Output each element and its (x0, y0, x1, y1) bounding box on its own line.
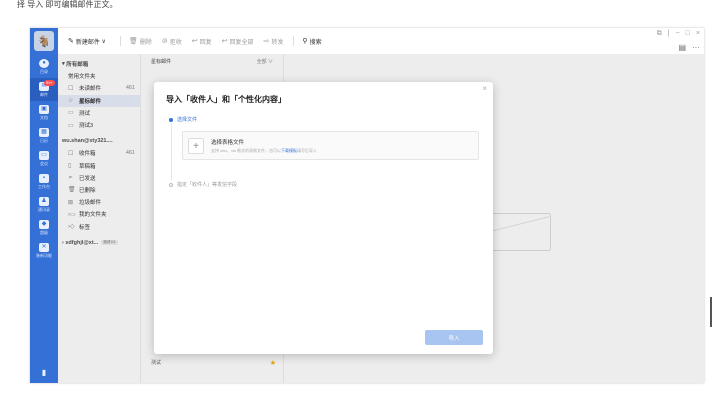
unread-badge: 99+ (44, 80, 55, 86)
rail-item-label: 邮件 (40, 91, 48, 97)
step-dot-icon (169, 117, 173, 122)
reply-button[interactable]: ↩ 回复 (192, 37, 212, 46)
import-dialog: × 导入「收件人」和「个性化内容」 选择文件 + 选择表格文件 支持 xlsx、… (154, 82, 493, 354)
more-icon[interactable]: ··· (692, 43, 700, 52)
close-icon[interactable]: × (482, 84, 487, 93)
view-controls: ▤ ··· (678, 43, 700, 52)
rail-item-label: 文档 (40, 114, 48, 120)
rail-bottom-icon[interactable]: ▮ (30, 368, 58, 377)
compose-icon: ✎ (68, 38, 74, 45)
rail-item-super[interactable]: ◆ 超级 (30, 216, 58, 239)
forward-button[interactable]: ⇨ 转发 (264, 37, 284, 46)
step-label: 指定「收件人」等发信字段 (177, 182, 238, 188)
more-apps-icon: ✕ (39, 242, 49, 252)
toolbar: ✎ 新建邮件 ∨ 🗑 删除 ⊘ 拒收 ↩ 回复 ↩ 回复全部 ⇨ 转发 ⚲ 搜索 (58, 28, 704, 54)
step-map-fields: 指定「收件人」等发信字段 (169, 181, 237, 188)
divider: | (667, 30, 670, 37)
calendar-icon: ▦ (39, 127, 49, 137)
file-upload-area[interactable]: + 选择表格文件 支持 xlsx、xls 格式的表格文件，也可以下载模板填写后导… (182, 131, 479, 160)
reply-all-button[interactable]: ↩ 回复全部 (222, 37, 254, 46)
contacts-icon: ♟ (39, 196, 49, 206)
search-button[interactable]: ⚲ 搜索 (302, 37, 321, 46)
step-select-file: 选择文件 (169, 116, 197, 123)
window-controls: ⧉ | − □ × (657, 30, 700, 38)
delete-label: 删除 (139, 39, 152, 46)
step-connector (170, 123, 172, 180)
file-upload-hint: 支持 xlsx、xls 格式的表格文件，也可以下载模板填写后导入 (211, 148, 317, 154)
new-mail-label: 新建邮件 (75, 39, 100, 46)
download-template-link[interactable]: 下载模板 (281, 148, 297, 153)
step-dot-icon (169, 182, 173, 187)
rail-item-calendar[interactable]: ▦ 日历 (30, 124, 58, 147)
reject-label: 拒收 (169, 39, 182, 46)
forward-icon: ⇨ (263, 38, 270, 45)
hint-text: 填写后导入 (297, 148, 317, 153)
rail-item-mail[interactable]: ✉ 邮件 99+ (30, 78, 58, 101)
doc-icon: ▣ (39, 104, 49, 114)
trash-icon: 🗑 (128, 38, 138, 45)
rail-item-label: 会议 (40, 160, 48, 166)
reject-button[interactable]: ⊘ 拒收 (162, 37, 182, 46)
rail-item-more-apps[interactable]: ✕ 装新功能 (30, 239, 58, 262)
rail-item-contacts[interactable]: ♟ 通讯录 (30, 193, 58, 216)
rail-item-label: 超级 (40, 229, 48, 235)
divider (293, 36, 295, 46)
plus-icon[interactable]: + (188, 138, 204, 154)
rail-item-doc[interactable]: ▣ 文档 (30, 101, 58, 124)
search-icon: ⚲ (302, 38, 308, 45)
file-upload-title: 选择表格文件 (211, 140, 245, 146)
rail-item-meeting[interactable]: ▭ 会议 (30, 147, 58, 170)
rail-item-label: 通讯录 (38, 206, 50, 212)
search-label: 搜索 (309, 39, 322, 46)
chat-icon: ● (39, 58, 49, 68)
reply-all-label: 回复全部 (229, 39, 254, 46)
forward-label: 转发 (271, 39, 284, 46)
rail-item-label: 目录 (40, 68, 48, 74)
new-mail-button[interactable]: ✎ 新建邮件 ∨ (68, 37, 106, 46)
avatar[interactable]: 🐐 (34, 31, 54, 51)
minimize-icon[interactable]: − (676, 30, 680, 38)
super-icon: ◆ (39, 219, 49, 229)
workbench-icon: ▪ (39, 173, 49, 183)
block-icon: ⊘ (161, 38, 168, 45)
rail-item-label: 日历 (40, 137, 48, 143)
reply-all-icon: ↩ (221, 38, 228, 45)
rail-item-label: 装新功能 (36, 252, 52, 258)
close-icon[interactable]: × (696, 30, 700, 38)
reply-icon: ↩ (191, 38, 198, 45)
maximize-icon[interactable]: □ (686, 30, 690, 38)
chevron-down-icon: ∨ (99, 38, 106, 45)
rail-item-workbench[interactable]: ▪ 工作台 (30, 170, 58, 193)
rail-item-chat[interactable]: ● 目录 (30, 55, 58, 78)
layout-icon[interactable]: ▤ (678, 43, 686, 52)
app-rail: 🐐 ● 目录 ✉ 邮件 99+ ▣ 文档 ▦ 日历 ▭ 会议 ▪ 工作台 ♟ 通讯录 ◆ 超级 ✕ 装新功能 ▮ (30, 28, 58, 383)
pin-icon[interactable]: ⧉ (657, 30, 662, 38)
step-label: 选择文件 (177, 117, 198, 123)
meeting-icon: ▭ (39, 150, 49, 160)
reply-label: 回复 (199, 39, 212, 46)
hint-text: 支持 xlsx、xls 格式的表格文件，也可以 (211, 148, 281, 153)
delete-button[interactable]: 🗑 删除 (129, 37, 152, 46)
rail-item-label: 工作台 (38, 183, 50, 189)
divider (119, 36, 121, 46)
scrollbar[interactable] (710, 297, 712, 327)
import-button[interactable]: 导入 (425, 330, 483, 345)
page-caption: 择 导入 即可编辑邮件正文。 (17, 0, 118, 9)
dialog-title: 导入「收件人」和「个性化内容」 (166, 95, 286, 104)
